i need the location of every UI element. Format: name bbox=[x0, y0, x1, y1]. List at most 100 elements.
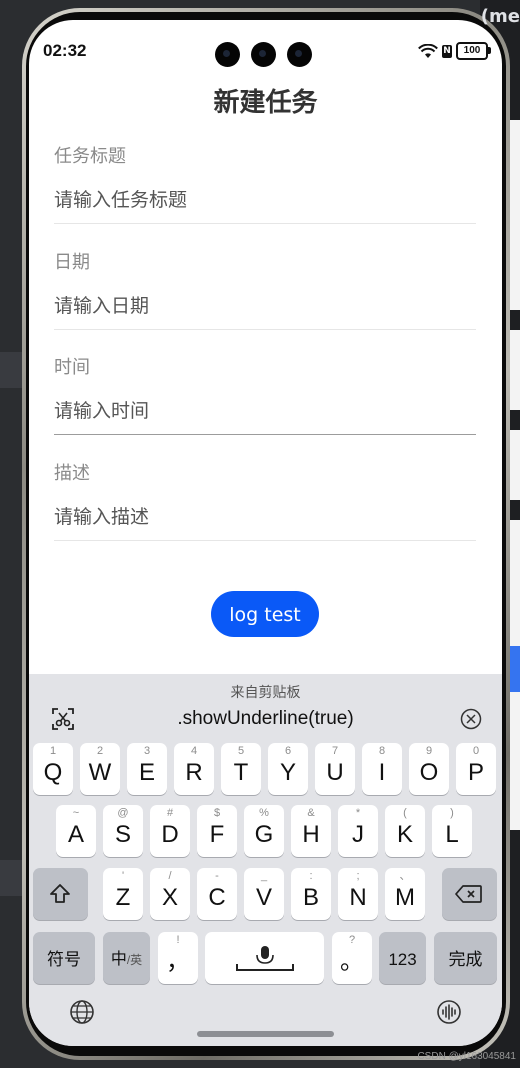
lang-sub-label: /英 bbox=[126, 953, 143, 967]
key-e[interactable]: 3E bbox=[127, 743, 167, 795]
key-label: H bbox=[302, 821, 320, 848]
key-sub-label: $ bbox=[213, 807, 221, 819]
key-t[interactable]: 5T bbox=[221, 743, 261, 795]
phone-screen: 02:32 N 100 新建任务 任务标题 请输入任务标题 日期 请输入日期 时… bbox=[29, 20, 502, 1046]
key-sub-label: ) bbox=[450, 807, 454, 819]
field-underline bbox=[54, 540, 476, 541]
time-input[interactable]: 请输入时间 bbox=[54, 396, 476, 422]
date-input[interactable]: 请输入日期 bbox=[54, 291, 476, 317]
key-label: I bbox=[378, 759, 386, 786]
field-label: 任务标题 bbox=[54, 146, 126, 167]
task-title-field: 任务标题 请输入任务标题 bbox=[54, 142, 476, 224]
key-label: M bbox=[395, 884, 415, 911]
key-label: J bbox=[352, 821, 364, 848]
key-o[interactable]: 9O bbox=[409, 743, 449, 795]
key-label: ， bbox=[166, 948, 190, 975]
shift-icon bbox=[50, 884, 70, 903]
shift-key[interactable] bbox=[33, 868, 88, 920]
key-sub-label: 1 bbox=[49, 745, 57, 757]
date-field: 日期 请输入日期 bbox=[54, 248, 476, 330]
key-z[interactable]: ' Z bbox=[103, 868, 143, 920]
key-label: 中/英 bbox=[103, 946, 150, 974]
period-key[interactable]: ?。 bbox=[332, 932, 372, 984]
home-indicator[interactable] bbox=[197, 1031, 334, 1037]
key-label: P bbox=[467, 759, 484, 786]
key-label: N bbox=[349, 884, 367, 911]
key-label: B bbox=[302, 884, 319, 911]
time-field: 时间 请输入时间 bbox=[54, 353, 476, 435]
key-a[interactable]: ~ A bbox=[56, 805, 96, 857]
page-title: 新建任务 bbox=[213, 88, 318, 118]
key-x[interactable]: / X bbox=[150, 868, 190, 920]
key-v[interactable]: _ V bbox=[244, 868, 284, 920]
key-sub-label: 7 bbox=[331, 745, 339, 757]
key-l[interactable]: ) L bbox=[432, 805, 472, 857]
key-sub-label: ; bbox=[356, 870, 360, 882]
backspace-icon bbox=[455, 885, 482, 903]
key-label: K bbox=[396, 821, 413, 848]
key-sub-label: ~ bbox=[72, 807, 80, 819]
key-g[interactable]: % G bbox=[244, 805, 284, 857]
microphone-icon bbox=[236, 946, 294, 971]
key-s[interactable]: @ S bbox=[103, 805, 143, 857]
key-sub-label: @ bbox=[117, 807, 129, 819]
key-w[interactable]: 2W bbox=[80, 743, 120, 795]
key-sub-label: & bbox=[307, 807, 315, 819]
key-n[interactable]: ; N bbox=[338, 868, 378, 920]
done-key[interactable]: 完成 bbox=[434, 932, 497, 984]
key-j[interactable]: * J bbox=[338, 805, 378, 857]
field-label: 日期 bbox=[54, 252, 90, 273]
backspace-key[interactable] bbox=[442, 868, 497, 920]
close-icon[interactable] bbox=[460, 708, 482, 730]
key-q[interactable]: 1Q bbox=[33, 743, 73, 795]
key-sub-label: 5 bbox=[237, 745, 245, 757]
key-p[interactable]: 0P bbox=[456, 743, 496, 795]
language-switch-key[interactable]: 中/英 bbox=[103, 932, 150, 984]
key-label: R bbox=[185, 759, 203, 786]
key-i[interactable]: 8I bbox=[362, 743, 402, 795]
task-title-input[interactable]: 请输入任务标题 bbox=[54, 185, 476, 211]
key-label: Z bbox=[115, 884, 131, 911]
key-label: S bbox=[114, 821, 131, 848]
key-c[interactable]: -C bbox=[197, 868, 237, 920]
key-h[interactable]: & H bbox=[291, 805, 331, 857]
voice-wave-icon[interactable] bbox=[436, 999, 462, 1025]
key-f[interactable]: $ F bbox=[197, 805, 237, 857]
key-label: O bbox=[419, 759, 439, 786]
key-k[interactable]: (K bbox=[385, 805, 425, 857]
key-y[interactable]: 6Y bbox=[268, 743, 308, 795]
key-b[interactable]: :B bbox=[291, 868, 331, 920]
key-sub-label: - bbox=[215, 870, 219, 882]
globe-icon[interactable] bbox=[69, 999, 95, 1025]
key-label: G bbox=[254, 821, 274, 848]
key-u[interactable]: 7U bbox=[315, 743, 355, 795]
key-sub-label: 、 bbox=[399, 870, 411, 882]
key-label: A bbox=[67, 821, 84, 848]
space-key[interactable] bbox=[205, 932, 324, 984]
key-label: U bbox=[326, 759, 344, 786]
comma-key[interactable]: !， bbox=[158, 932, 198, 984]
number-switch-key[interactable]: 123 bbox=[379, 932, 426, 984]
key-d[interactable]: # D bbox=[150, 805, 190, 857]
clipboard-suggestion[interactable]: .showUnderline(true) bbox=[29, 708, 502, 730]
key-label: 。 bbox=[340, 948, 364, 975]
description-input[interactable]: 请输入描述 bbox=[54, 502, 476, 528]
key-sub-label: ( bbox=[403, 807, 407, 819]
field-label: 描述 bbox=[54, 463, 90, 484]
key-m[interactable]: 、 M bbox=[385, 868, 425, 920]
log-test-button[interactable]: log test bbox=[211, 591, 319, 637]
key-sub-label: 2 bbox=[96, 745, 104, 757]
key-sub-label: 0 bbox=[472, 745, 480, 757]
key-label: F bbox=[209, 821, 225, 848]
key-sub-label: 6 bbox=[284, 745, 292, 757]
clipboard-title: 来自剪贴板 bbox=[230, 685, 301, 701]
symbols-key[interactable]: 符号 bbox=[33, 932, 95, 984]
key-sub-label: _ bbox=[260, 870, 268, 882]
key-sub-label: 9 bbox=[425, 745, 433, 757]
field-underline bbox=[54, 223, 476, 224]
field-label: 时间 bbox=[54, 357, 90, 378]
ide-title-fragment: (me bbox=[480, 6, 520, 27]
wifi-icon bbox=[418, 43, 438, 58]
key-label: W bbox=[88, 759, 112, 786]
key-r[interactable]: 4R bbox=[174, 743, 214, 795]
